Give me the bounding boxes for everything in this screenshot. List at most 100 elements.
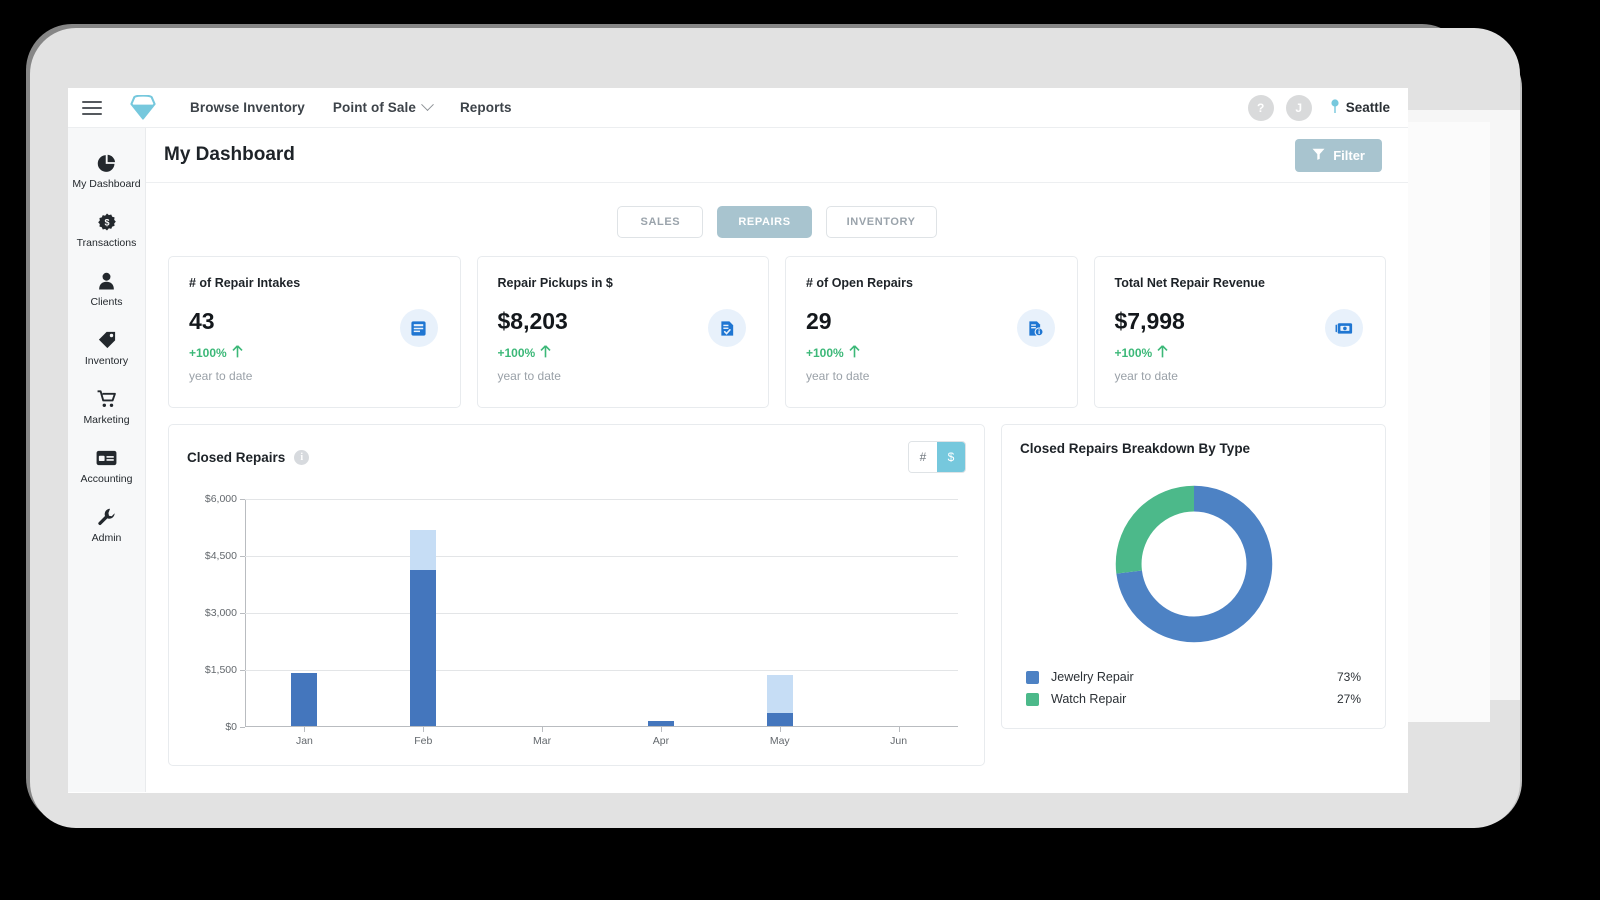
kpi-title: # of Open Repairs (806, 276, 913, 290)
gridline (245, 499, 958, 500)
y-axis-tick-mark (240, 727, 245, 728)
donut-chart-title: Closed Repairs Breakdown By Type (1020, 441, 1251, 456)
unit-toggle-count[interactable]: # (909, 442, 937, 472)
kpi-card-repair-pickups: Repair Pickups in $ $8,203 +100% year to… (476, 256, 769, 408)
dashboard-tabs: SALES REPAIRS INVENTORY (168, 183, 1386, 256)
x-axis-tick-mark (423, 727, 425, 732)
top-navigation-bar: Browse Inventory Point of Sale Reports ?… (68, 88, 1408, 128)
kpi-delta-text: +100% (189, 346, 227, 360)
tag-icon (98, 330, 116, 350)
nav-link-point-of-sale[interactable]: Point of Sale (333, 98, 434, 115)
avatar[interactable]: J (1285, 94, 1312, 121)
legend-label: Jewelry Repair (1051, 670, 1134, 684)
gridline (245, 556, 958, 557)
gridline (245, 670, 958, 671)
credit-card-icon (96, 448, 117, 468)
banknote-icon (1325, 309, 1363, 347)
kpi-subtitle: year to date (497, 369, 561, 383)
y-axis-tick-label: $3,000 (204, 607, 237, 619)
kpi-delta: +100% (1115, 345, 1366, 361)
screenshot-stage: Browse Inventory Point of Sale Reports ?… (0, 0, 1600, 900)
kpi-title: # of Repair Intakes (189, 276, 301, 290)
hamburger-menu-icon[interactable] (82, 100, 102, 115)
kpi-delta-text: +100% (1114, 346, 1153, 360)
kpi-delta: +100% (498, 345, 749, 361)
kpi-delta-text: +100% (806, 346, 844, 360)
bar-stack (410, 530, 437, 726)
nav-link-reports[interactable]: Reports (460, 100, 512, 115)
funnel-icon (1312, 148, 1325, 163)
tab-sales[interactable]: SALES (617, 206, 704, 238)
kpi-delta: +100% (189, 345, 440, 361)
nav-link-browse-inventory[interactable]: Browse Inventory (190, 100, 305, 115)
x-axis (245, 726, 958, 727)
shopping-cart-icon (97, 389, 117, 409)
top-bar-right-cluster: ? J Seattle (1247, 94, 1390, 121)
main-content: My Dashboard Filter SALES REPAIRS INVENT… (146, 128, 1408, 792)
sidebar-item-marketing[interactable]: Marketing (68, 378, 145, 437)
application-window: Browse Inventory Point of Sale Reports ?… (68, 88, 1408, 793)
sidebar-item-label: Marketing (83, 414, 130, 427)
map-pin-icon (1330, 98, 1340, 117)
sidebar-item-inventory[interactable]: Inventory (68, 319, 145, 378)
legend-item-watch-repair: Watch Repair 27% (1020, 688, 1367, 710)
nav-label: Browse Inventory (190, 100, 305, 115)
filter-button[interactable]: Filter (1295, 138, 1382, 172)
kpi-card-total-net-repair-revenue: Total Net Repair Revenue $7,998 +100% ye… (1093, 256, 1386, 408)
sidebar-item-my-dashboard[interactable]: My Dashboard (68, 142, 145, 201)
primary-nav-links: Browse Inventory Point of Sale Reports (190, 98, 512, 115)
sidebar-item-transactions[interactable]: $ Transactions (68, 201, 145, 260)
document-check-icon (708, 309, 746, 347)
sidebar-item-accounting[interactable]: Accounting (68, 437, 145, 496)
closed-repairs-chart-card: Closed Repairs i # $ $0 $1,500 $3,000 $4… (168, 424, 985, 766)
y-axis-tick-label: $4,500 (204, 550, 237, 562)
kpi-subtitle: year to date (189, 369, 253, 383)
y-axis-tick-mark (240, 499, 245, 500)
legend-swatch (1026, 692, 1039, 706)
pie-chart-icon (97, 153, 116, 173)
kpi-delta-text: +100% (497, 346, 536, 360)
info-icon[interactable]: i (294, 449, 310, 465)
bar-segment (647, 721, 674, 726)
wrench-icon (97, 507, 116, 527)
x-axis-tick-label: Feb (414, 735, 433, 747)
legend-label: Watch Repair (1051, 692, 1127, 706)
bar-stack (766, 675, 793, 726)
document-info-icon (1016, 309, 1055, 347)
kpi-title: Total Net Repair Revenue (1114, 276, 1266, 290)
location-label: Seattle (1345, 100, 1390, 115)
y-axis-tick-label: $0 (225, 721, 237, 733)
help-button[interactable]: ? (1247, 94, 1274, 121)
closed-repairs-breakdown-card: Closed Repairs Breakdown By Type Jewelry… (1001, 424, 1386, 729)
tab-inventory[interactable]: INVENTORY (825, 206, 937, 238)
bar-stack (647, 721, 674, 726)
unit-toggle-dollar[interactable]: $ (937, 442, 965, 472)
y-axis-tick-mark (240, 556, 245, 557)
x-axis-tick-label: Apr (652, 735, 670, 747)
sidebar-item-label: Transactions (76, 237, 137, 250)
location-selector[interactable]: Seattle (1330, 98, 1390, 117)
chevron-down-icon (421, 98, 434, 112)
trend-up-arrow-icon (1157, 345, 1168, 361)
sidebar-item-clients[interactable]: Clients (68, 260, 145, 319)
person-icon (98, 271, 115, 291)
chart-title: Closed Repairs (187, 449, 286, 465)
kpi-card-open-repairs: # of Open Repairs 29 +100% year to date (785, 256, 1078, 408)
bar-segment (410, 570, 437, 726)
trend-up-arrow-icon (540, 345, 551, 361)
sidebar-item-admin[interactable]: Admin (68, 496, 145, 555)
trend-up-arrow-icon (849, 345, 860, 361)
bar-segment (410, 530, 437, 571)
donut-chart (1020, 456, 1367, 666)
tab-repairs[interactable]: REPAIRS (717, 206, 812, 238)
legend-percent: 27% (1336, 692, 1361, 706)
x-axis-tick-label: Jun (890, 735, 908, 747)
brand-logo-icon[interactable] (128, 93, 158, 123)
sidebar-item-label: Inventory (84, 355, 129, 368)
y-axis-tick-mark (240, 613, 245, 614)
bar-chart-plot-area: $0 $1,500 $3,000 $4,500 $6,000 Jan Feb Mar Apr Ma… (205, 493, 958, 747)
x-axis-tick-mark (898, 727, 900, 732)
gridline (245, 613, 958, 614)
chart-card-header: Closed Repairs i # $ (187, 441, 966, 473)
x-axis-tick-mark (660, 727, 662, 732)
